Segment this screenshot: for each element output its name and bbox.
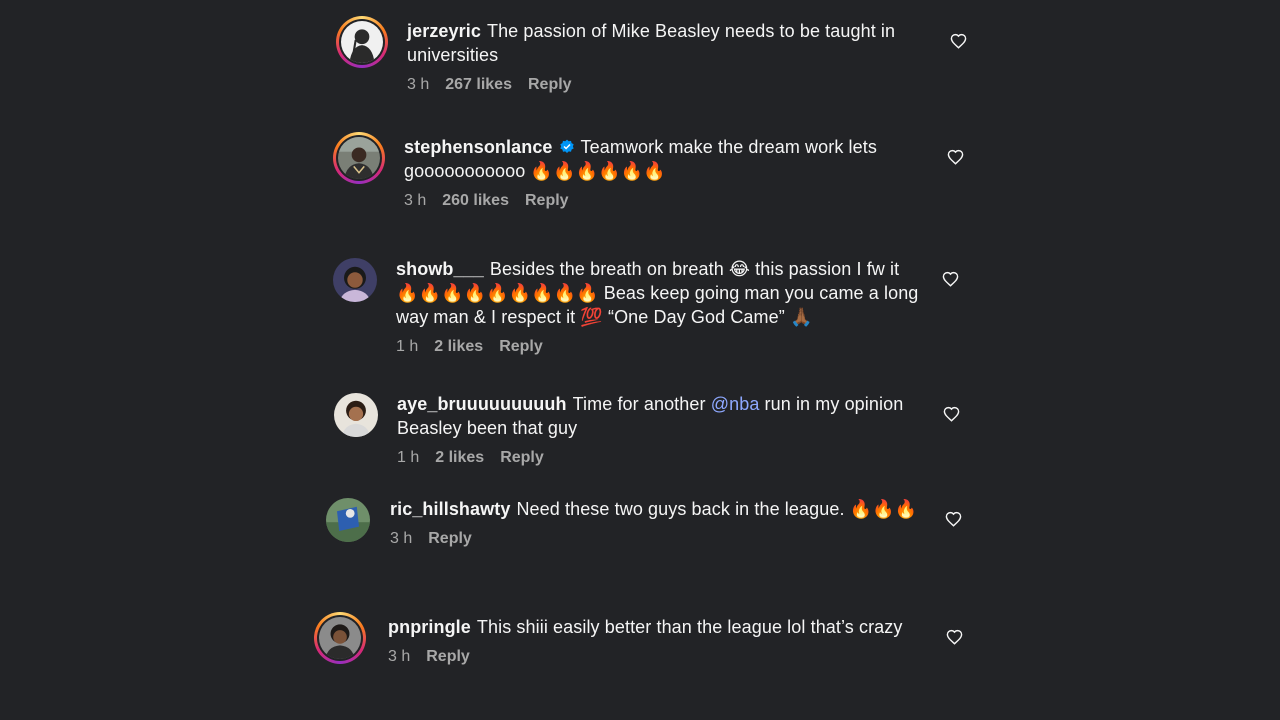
comment-meta: 1 h 2 likes Reply xyxy=(397,449,917,467)
heart-outline-icon[interactable] xyxy=(946,629,963,645)
comment-text: stephensonlance Teamwork make the dream w… xyxy=(404,135,924,183)
verified-badge-icon xyxy=(559,139,574,153)
heart-outline-icon[interactable] xyxy=(947,149,964,165)
comment-text: jerzeyric The passion of Mike Beasley nee… xyxy=(407,19,927,67)
timestamp[interactable]: 3 h xyxy=(404,192,426,210)
heart-outline-icon[interactable] xyxy=(943,406,960,422)
comment-text: aye_bruuuuuuuuuh Time for another @nba ru… xyxy=(397,392,917,440)
reply-button[interactable]: Reply xyxy=(525,192,569,210)
comment-body: Need these two guys back in the league. … xyxy=(516,499,918,519)
timestamp[interactable]: 3 h xyxy=(407,76,429,94)
avatar-image xyxy=(333,258,377,302)
username[interactable]: aye_bruuuuuuuuuh xyxy=(397,394,567,414)
avatar-image xyxy=(334,393,378,437)
comment-meta: 3 h Reply xyxy=(390,530,920,548)
username[interactable]: pnpringle xyxy=(388,617,471,637)
username[interactable]: stephensonlance xyxy=(404,137,553,157)
avatar[interactable] xyxy=(334,393,378,437)
comment-item: showb___ Besides the breath on breath 😂 t… xyxy=(329,254,926,356)
comment-item: pnpringle This shiii easily better than t… xyxy=(314,612,918,666)
comment-text: showb___ Besides the breath on breath 😂 t… xyxy=(396,257,926,329)
username[interactable]: ric_hillshawty xyxy=(390,499,510,519)
avatar-image xyxy=(341,21,383,63)
timestamp[interactable]: 3 h xyxy=(388,648,410,666)
reply-button[interactable]: Reply xyxy=(428,530,472,548)
username[interactable]: jerzeyric xyxy=(407,21,481,41)
mention-link[interactable]: @nba xyxy=(711,394,760,414)
heart-outline-icon[interactable] xyxy=(945,511,962,527)
avatar-image xyxy=(326,498,370,542)
likes-count[interactable]: 267 likes xyxy=(445,76,512,94)
likes-count[interactable]: 2 likes xyxy=(435,449,484,467)
comment-item: aye_bruuuuuuuuuh Time for another @nba ru… xyxy=(330,389,917,467)
comment-body-start: Time for another xyxy=(572,394,706,414)
avatar[interactable] xyxy=(333,132,385,184)
reply-button[interactable]: Reply xyxy=(426,648,470,666)
comment-item: stephensonlance Teamwork make the dream w… xyxy=(333,132,924,210)
heart-outline-icon[interactable] xyxy=(950,33,967,49)
avatar[interactable] xyxy=(326,498,370,542)
comment-item: jerzeyric The passion of Mike Beasley nee… xyxy=(336,16,927,94)
reply-button[interactable]: Reply xyxy=(499,338,543,356)
comment-text: pnpringle This shiii easily better than t… xyxy=(388,615,918,639)
likes-count[interactable]: 260 likes xyxy=(442,192,509,210)
heart-outline-icon[interactable] xyxy=(942,271,959,287)
avatar[interactable] xyxy=(314,612,366,664)
avatar[interactable] xyxy=(336,16,388,68)
comment-item: ric_hillshawty Need these two guys back i… xyxy=(322,494,920,548)
avatar-image xyxy=(338,137,380,179)
comment-meta: 3 h 260 likes Reply xyxy=(404,192,924,210)
avatar-image xyxy=(319,617,361,659)
timestamp[interactable]: 3 h xyxy=(390,530,412,548)
timestamp[interactable]: 1 h xyxy=(396,338,418,356)
username[interactable]: showb___ xyxy=(396,259,484,279)
timestamp[interactable]: 1 h xyxy=(397,449,419,467)
comments-feed: jerzeyric The passion of Mike Beasley nee… xyxy=(0,0,1280,720)
reply-button[interactable]: Reply xyxy=(528,76,572,94)
comment-meta: 3 h Reply xyxy=(388,648,918,666)
comment-meta: 3 h 267 likes Reply xyxy=(407,76,927,94)
comment-body: This shiii easily better than the league… xyxy=(476,617,903,637)
reply-button[interactable]: Reply xyxy=(500,449,544,467)
avatar[interactable] xyxy=(333,258,377,302)
comment-text: ric_hillshawty Need these two guys back i… xyxy=(390,497,920,521)
likes-count[interactable]: 2 likes xyxy=(434,338,483,356)
comment-meta: 1 h 2 likes Reply xyxy=(396,338,926,356)
